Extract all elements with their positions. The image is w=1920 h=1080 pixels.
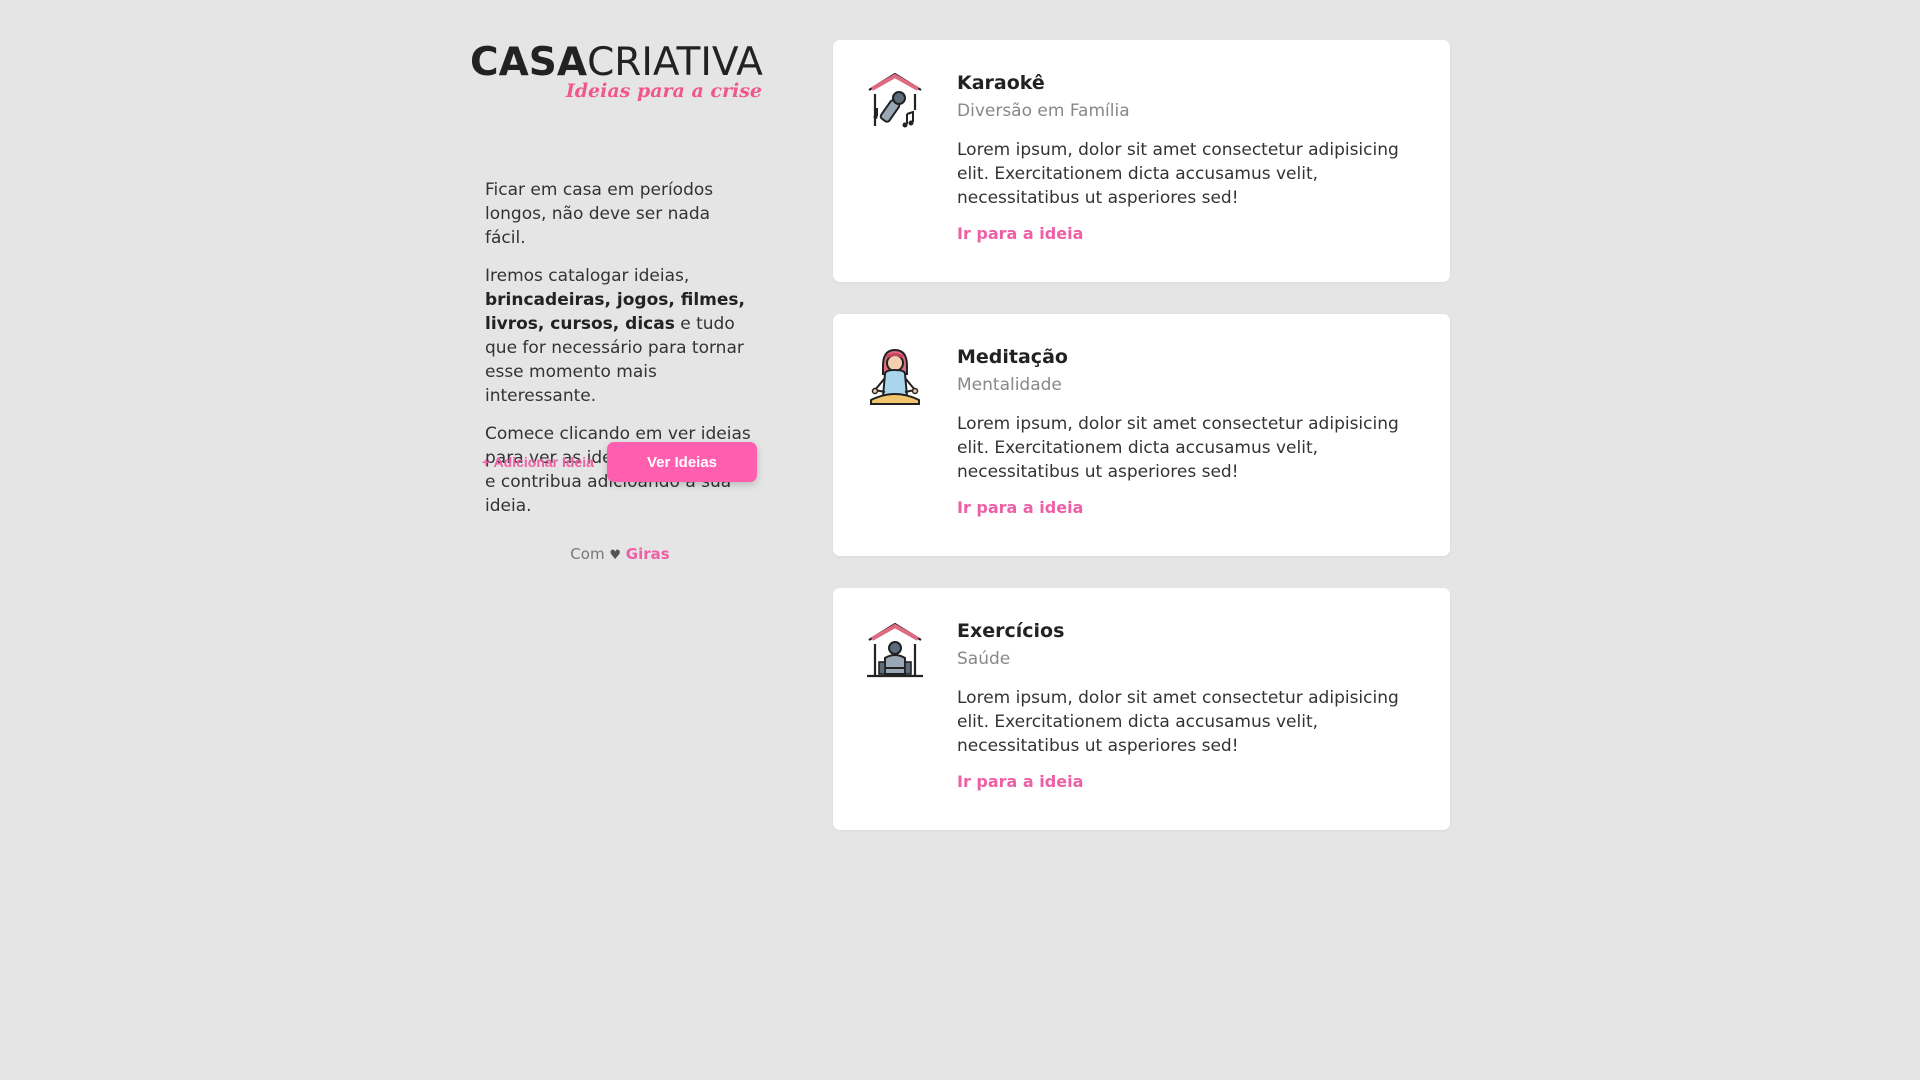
idea-card: Exercícios Saúde Lorem ipsum, dolor sit … (833, 588, 1450, 830)
idea-title: Meditação (957, 346, 1068, 368)
logo-casa: CASA (470, 40, 588, 85)
idea-category: Saúde (957, 649, 1011, 669)
idea-card-body: Karaokê Diversão em Família Lorem ipsum,… (957, 70, 1427, 243)
logo-wordmark: CASACRIATIVA (470, 40, 763, 85)
go-to-idea-link[interactable]: Ir para a ideia (957, 224, 1427, 243)
exercise-house-icon (863, 618, 927, 682)
idea-card-body: Meditação Mentalidade Lorem ipsum, dolor… (957, 344, 1427, 517)
karaoke-house-icon (863, 70, 927, 134)
sidebar: CASACRIATIVA Ideias para a crise Ficar e… (470, 40, 770, 564)
idea-description: Lorem ipsum, dolor sit amet consectetur … (957, 688, 1399, 756)
footer-prefix: Com (570, 545, 605, 563)
idea-card: Karaokê Diversão em Família Lorem ipsum,… (833, 40, 1450, 282)
idea-title: Karaokê (957, 72, 1045, 94)
idea-category: Mentalidade (957, 375, 1062, 395)
meditation-icon (863, 344, 927, 408)
idea-category: Diversão em Família (957, 101, 1130, 121)
ideas-list: Karaokê Diversão em Família Lorem ipsum,… (833, 40, 1450, 862)
see-ideas-button[interactable]: Ver Ideias (607, 442, 757, 482)
footer-author-link[interactable]: Giras (626, 545, 670, 563)
idea-description: Lorem ipsum, dolor sit amet consectetur … (957, 140, 1399, 208)
intro-paragraph-2-start: Iremos catalogar ideias, (485, 266, 690, 286)
actions: + Adicionar Ideia Ver Ideias (470, 442, 770, 484)
logo-criativa: CRIATIVA (587, 40, 763, 85)
go-to-idea-link[interactable]: Ir para a ideia (957, 498, 1427, 517)
idea-card: Meditação Mentalidade Lorem ipsum, dolor… (833, 314, 1450, 556)
idea-title: Exercícios (957, 620, 1065, 642)
idea-card-body: Exercícios Saúde Lorem ipsum, dolor sit … (957, 618, 1427, 791)
logo-tagline: Ideias para a crise (565, 80, 762, 102)
page: CASACRIATIVA Ideias para a crise Ficar e… (0, 0, 1920, 1080)
intro-paragraph-2: Iremos catalogar ideias, brincadeiras, j… (485, 264, 755, 408)
heart-icon: ♥ (609, 548, 621, 563)
go-to-idea-link[interactable]: Ir para a ideia (957, 772, 1427, 791)
idea-description: Lorem ipsum, dolor sit amet consectetur … (957, 414, 1399, 482)
footer: Com ♥ Giras (470, 545, 770, 563)
add-idea-button[interactable]: + Adicionar Ideia (482, 454, 594, 470)
logo: CASACRIATIVA Ideias para a crise (470, 40, 763, 106)
intro-paragraph-1: Ficar em casa em períodos longos, não de… (485, 180, 714, 248)
